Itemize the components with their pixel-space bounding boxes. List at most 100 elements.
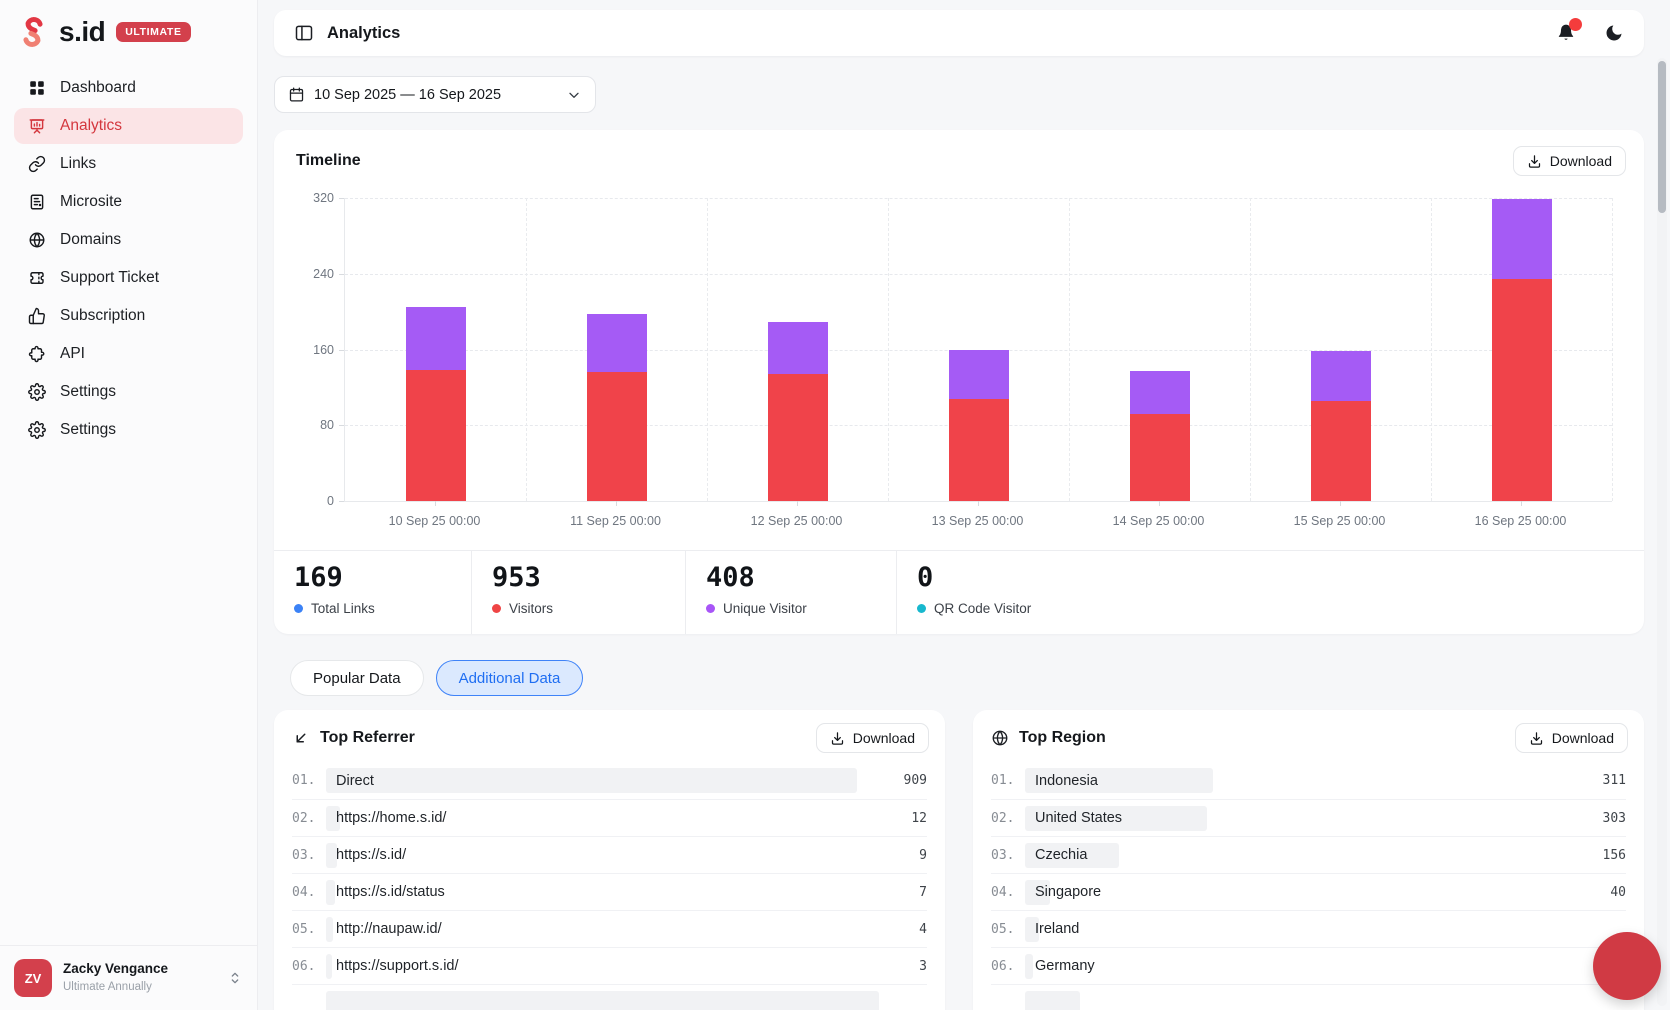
timeline-card: Timeline Download 08016024032010 Sep 25 … <box>274 130 1644 634</box>
row-value: 156 <box>1578 848 1626 863</box>
app-window: s.id ULTIMATE DashboardAnalyticsLinksMic… <box>0 0 1670 1010</box>
region-download-button[interactable]: Download <box>1515 723 1628 753</box>
stat-qr-code-visitor: 0QR Code Visitor <box>897 551 1644 634</box>
floating-action-button[interactable] <box>1593 932 1661 1000</box>
referrer-row: 03.https://s.id/9 <box>292 836 927 873</box>
gridline <box>1069 198 1070 501</box>
legend-dot-icon <box>492 604 501 613</box>
sidebar-toggle-icon[interactable] <box>294 23 314 43</box>
sidebar-item-analytics[interactable]: Analytics <box>14 108 243 144</box>
gridline <box>888 198 889 501</box>
sidebar-nav: Dashboard AnalyticsLinksMicrosite Domains S… <box>0 70 257 448</box>
sidebar-item-microsite[interactable]: Microsite <box>14 184 243 220</box>
gridline <box>1612 198 1613 501</box>
tab-additional-data[interactable]: Additional Data <box>436 660 584 696</box>
sidebar-item-dashboard[interactable]: Dashboard <box>14 70 243 106</box>
x-axis-label: 14 Sep 25 00:00 <box>1113 514 1205 528</box>
referrer-row: 02.https://home.s.id/12 <box>292 799 927 836</box>
plan-badge: ULTIMATE <box>116 22 190 42</box>
referrer-download-button[interactable]: Download <box>816 723 929 753</box>
y-axis-label: 160 <box>298 343 334 357</box>
bar-visitors <box>1130 414 1190 501</box>
sidebar-item-label: Settings <box>60 383 116 401</box>
sid-logo-icon <box>16 14 50 50</box>
x-axis-tick <box>1340 501 1341 506</box>
row-bar <box>1025 991 1080 1010</box>
download-icon <box>1529 731 1544 746</box>
region-row: 06.Germany <box>991 947 1626 984</box>
sidebar-item-api[interactable]: API <box>14 336 243 372</box>
row-rank: 02. <box>292 811 326 826</box>
legend-dot-icon <box>294 604 303 613</box>
sidebar-item-label: Dashboard <box>60 79 136 97</box>
dark-mode-toggle[interactable] <box>1604 23 1624 43</box>
x-axis-tick <box>797 501 798 506</box>
top-region-title: Top Region <box>1019 729 1106 747</box>
chart-plot-area <box>344 198 1612 502</box>
avatar: ZV <box>14 959 52 997</box>
bar-visitors <box>1492 279 1552 501</box>
row-value: 40 <box>1578 885 1626 900</box>
row-value: 12 <box>879 811 927 826</box>
row-rank: 02. <box>991 811 1025 826</box>
date-range-picker[interactable]: 10 Sep 2025 — 16 Sep 2025 <box>274 76 596 113</box>
region-row: 01.Indonesia311 <box>991 762 1626 799</box>
microsite-icon <box>28 193 46 211</box>
download-icon <box>1527 154 1542 169</box>
row-value: 7 <box>879 885 927 900</box>
sidebar-item-links[interactable]: Links <box>14 146 243 182</box>
y-axis-label: 240 <box>298 267 334 281</box>
legend-dot-icon <box>706 604 715 613</box>
referrer-row: 04.https://s.id/status7 <box>292 873 927 910</box>
sidebar-item-subscription[interactable]: Subscription <box>14 298 243 334</box>
bar-unique-visitor <box>768 322 828 374</box>
notifications-button[interactable] <box>1556 23 1576 43</box>
chevron-down-icon <box>566 87 582 103</box>
bar-visitors <box>1311 401 1371 501</box>
tab-popular-data[interactable]: Popular Data <box>290 660 424 696</box>
puzzle-icon <box>28 345 46 363</box>
row-rank: 03. <box>292 848 326 863</box>
referrer-list: 01.Direct90902.https://home.s.id/1203.ht… <box>274 762 945 1010</box>
globe-icon <box>28 231 46 249</box>
sidebar-item-label: Domains <box>60 231 121 249</box>
sidebar: s.id ULTIMATE Dashboard AnalyticsLinksMic… <box>0 0 258 1010</box>
user-menu[interactable]: ZV Zacky Vengance Ultimate Annually <box>0 945 257 1010</box>
lists-row: Top Referrer Download 01.Direct90902.htt… <box>274 710 1644 1010</box>
gridline <box>345 198 1612 199</box>
stat-label: Unique Visitor <box>723 601 807 616</box>
brand-logo[interactable]: s.id ULTIMATE <box>0 0 257 60</box>
bar-unique-visitor <box>949 350 1009 398</box>
bar-visitors <box>768 374 828 501</box>
bar-visitors <box>949 399 1009 501</box>
sidebar-item-domains[interactable]: Domains <box>14 222 243 258</box>
globe-icon <box>991 729 1009 747</box>
x-axis-tick <box>1521 501 1522 506</box>
sidebar-item-settings[interactable]: Settings <box>14 412 243 448</box>
bar-unique-visitor <box>1311 351 1371 400</box>
y-axis-label: 80 <box>298 418 334 432</box>
row-value: 909 <box>879 773 927 788</box>
x-axis-tick <box>616 501 617 506</box>
row-rank: 06. <box>292 959 326 974</box>
row-label: https://support.s.id/ <box>326 958 459 974</box>
page-title: Analytics <box>327 24 400 43</box>
region-row: 03.Czechia156 <box>991 836 1626 873</box>
bar-unique-visitor <box>1130 371 1190 414</box>
y-axis-tick <box>339 425 344 426</box>
timeline-download-button[interactable]: Download <box>1513 146 1626 176</box>
sidebar-item-support-ticket[interactable]: Support Ticket <box>14 260 243 296</box>
y-axis-tick <box>339 350 344 351</box>
row-rank: 04. <box>991 885 1025 900</box>
y-axis-tick <box>339 198 344 199</box>
sidebar-item-label: Settings <box>60 421 116 439</box>
ticket-icon <box>28 269 46 287</box>
arrow-down-left-icon <box>292 729 310 747</box>
sidebar-item-settings[interactable]: Settings <box>14 374 243 410</box>
scrollbar-thumb[interactable] <box>1658 61 1666 213</box>
bar-unique-visitor <box>587 314 647 372</box>
presentation-chart-icon <box>28 117 46 135</box>
row-rank: 05. <box>292 922 326 937</box>
stat-label: QR Code Visitor <box>934 601 1031 616</box>
scrollbar[interactable] <box>1657 58 1667 1006</box>
